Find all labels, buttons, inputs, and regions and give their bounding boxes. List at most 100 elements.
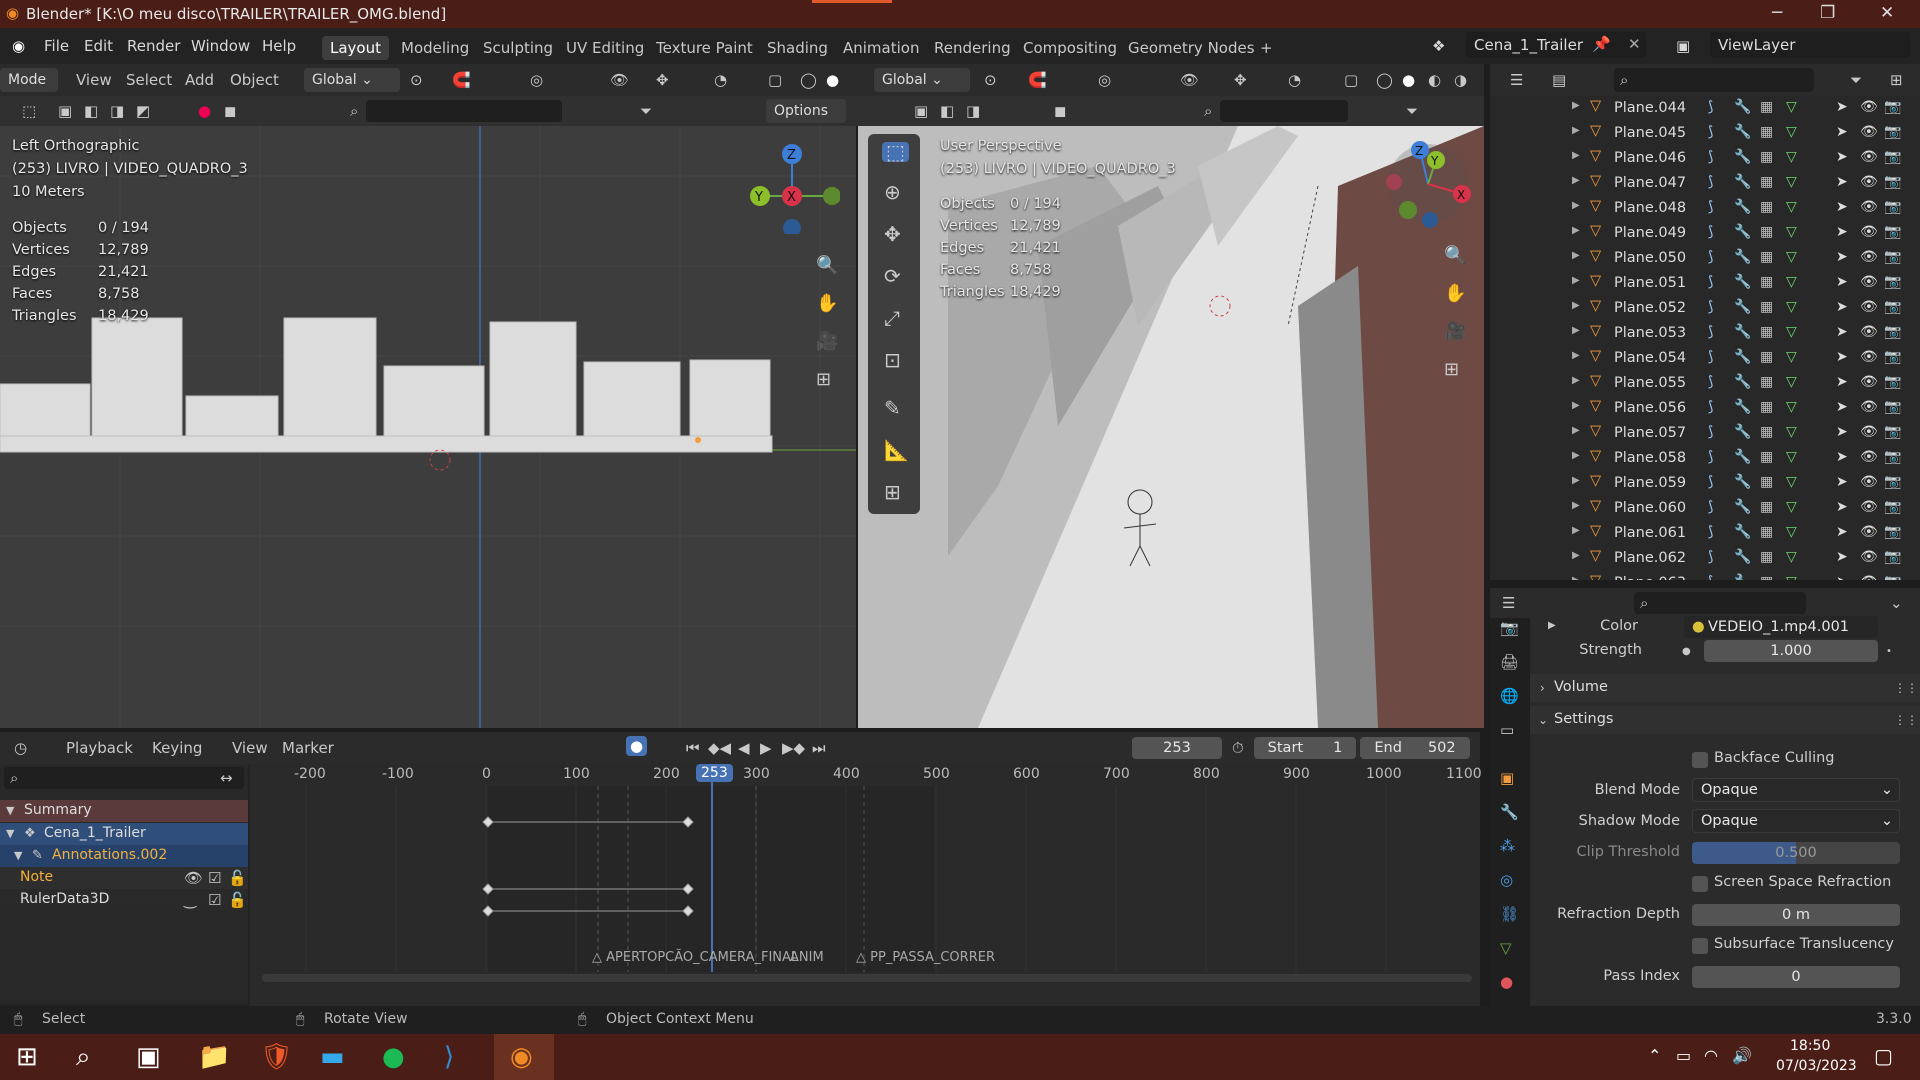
filter-mesh-icon[interactable]: ◼ bbox=[224, 101, 236, 121]
drag-handle-icon[interactable]: ⋮⋮ bbox=[1894, 678, 1918, 698]
outliner-row[interactable]: ▶ ▽ Plane.048 ⟆ 🔧 ▦ ▽ ➤ 👁 📷 bbox=[1490, 196, 1910, 221]
outliner-row[interactable]: ▶ ▽ Plane.050 ⟆ 🔧 ▦ ▽ ➤ 👁 📷 bbox=[1490, 246, 1910, 271]
render-props-icon[interactable]: 📷 bbox=[1500, 618, 1519, 638]
subsurface-translucency-checkbox[interactable] bbox=[1692, 938, 1708, 954]
transform-tool-icon[interactable]: ⊡ bbox=[884, 350, 901, 370]
object-props-icon[interactable]: ▣ bbox=[1500, 768, 1514, 788]
camera-render-icon[interactable]: 📷 bbox=[1884, 424, 1901, 440]
expand-icon[interactable]: ▼ bbox=[6, 801, 14, 821]
select-arrow-icon[interactable]: ➤ bbox=[1836, 474, 1848, 490]
camera-render-icon[interactable]: 📷 bbox=[1884, 274, 1901, 290]
expand-icon[interactable]: ▶ bbox=[1572, 175, 1580, 186]
expand-icon[interactable]: ▶ bbox=[1572, 500, 1580, 511]
outliner-row[interactable]: ▶ ▽ Plane.058 ⟆ 🔧 ▦ ▽ ➤ 👁 📷 bbox=[1490, 446, 1910, 471]
eye-icon[interactable]: 👁 bbox=[1860, 399, 1878, 415]
blender-menu-icon[interactable]: ◉ bbox=[12, 37, 25, 55]
menu-marker[interactable]: Marker bbox=[282, 738, 334, 758]
mesh-data-icon[interactable]: ▽ bbox=[1786, 549, 1797, 565]
wrench-icon[interactable]: 🔧 bbox=[1734, 349, 1751, 365]
gizmo-toggle-icon[interactable]: ✥ bbox=[1234, 70, 1247, 90]
search-icon[interactable]: ⌕ bbox=[76, 1042, 91, 1073]
modifier-icon[interactable]: ⟆ bbox=[1708, 99, 1713, 115]
camera-view-icon[interactable]: 🎥 bbox=[1444, 322, 1466, 342]
camera-render-icon[interactable]: 📷 bbox=[1884, 249, 1901, 265]
tab-sculpting[interactable]: Sculpting bbox=[475, 36, 561, 60]
checkbox-icon[interactable]: ☑ bbox=[208, 890, 221, 910]
outliner-row[interactable]: ▶ ▽ Plane.054 ⟆ 🔧 ▦ ▽ ➤ 👁 📷 bbox=[1490, 346, 1910, 371]
outliner-row[interactable]: ▶ ▽ Plane.051 ⟆ 🔧 ▦ ▽ ➤ 👁 📷 bbox=[1490, 271, 1910, 296]
eye-icon[interactable]: 👁 bbox=[1860, 499, 1878, 515]
channel-row-scene[interactable]: ▼ ❖ Cena_1_Trailer bbox=[0, 823, 248, 845]
close-window-button[interactable]: ✕ bbox=[1880, 3, 1894, 23]
select-tool-icon[interactable]: ⬚ bbox=[22, 101, 36, 121]
lock-icon[interactable]: 🔓 bbox=[228, 890, 247, 910]
modifier-icon[interactable]: ⟆ bbox=[1708, 249, 1713, 265]
prev-keyframe-icon[interactable]: ◆◀ bbox=[708, 738, 731, 758]
vertex-group-icon[interactable]: ▦ bbox=[1760, 124, 1773, 140]
mesh-data-icon[interactable]: ▽ bbox=[1786, 374, 1797, 390]
windows-start-icon[interactable]: ⊞ bbox=[16, 1042, 38, 1072]
camera-render-icon[interactable]: 📷 bbox=[1884, 299, 1901, 315]
right-navigation-gizmo[interactable]: Z Y X bbox=[1368, 134, 1478, 234]
expand-icon[interactable]: ▶ bbox=[1572, 525, 1580, 536]
editor-type-icon[interactable]: ☰ bbox=[1510, 70, 1523, 90]
pass-index-field[interactable]: 0 bbox=[1692, 966, 1900, 988]
channel-row-annotations[interactable]: ▼ ✎ Annotations.002 bbox=[0, 845, 248, 867]
expand-icon[interactable]: ▶ bbox=[1572, 375, 1580, 386]
outliner-row[interactable]: ▶ ▽ Plane.047 ⟆ 🔧 ▦ ▽ ➤ 👁 📷 bbox=[1490, 171, 1910, 196]
expand-icon[interactable]: ▶ bbox=[1548, 616, 1556, 636]
play-reverse-icon[interactable]: ◀ bbox=[738, 738, 750, 758]
modifier-icon[interactable]: ⟆ bbox=[1708, 274, 1713, 290]
drag-handle-icon[interactable]: ⋮⋮ bbox=[1894, 710, 1918, 730]
vertex-group-icon[interactable]: ▦ bbox=[1760, 174, 1773, 190]
right-viewport[interactable]: User Perspective (253) LIVRO | VIDEO_QUA… bbox=[858, 126, 1484, 728]
outliner-row[interactable]: ▶ ▽ Plane.056 ⟆ 🔧 ▦ ▽ ➤ 👁 📷 bbox=[1490, 396, 1910, 421]
mode-dropdown[interactable]: Mode bbox=[0, 68, 58, 92]
wrench-icon[interactable]: 🔧 bbox=[1734, 199, 1751, 215]
filter-icon[interactable]: ⏷ bbox=[640, 101, 652, 121]
modifier-icon[interactable]: ⟆ bbox=[1708, 399, 1713, 415]
wrench-icon[interactable]: 🔧 bbox=[1734, 249, 1751, 265]
filter-mesh-icon[interactable]: ◼ bbox=[1054, 101, 1066, 121]
eye-icon[interactable]: 👁 bbox=[1860, 274, 1878, 290]
wrench-icon[interactable]: 🔧 bbox=[1734, 424, 1751, 440]
blender-taskbar-item[interactable]: ◉ bbox=[494, 1034, 554, 1080]
expand-icon[interactable]: ▶ bbox=[1572, 425, 1580, 436]
camera-render-icon[interactable]: 📷 bbox=[1884, 99, 1901, 115]
outliner-row[interactable]: ▶ ▽ Plane.063 ⟆ 🔧 ▦ ▽ ➤ 👁 📷 bbox=[1490, 571, 1910, 580]
modifier-icon[interactable]: ⟆ bbox=[1708, 349, 1713, 365]
tab-modeling[interactable]: Modeling bbox=[393, 36, 477, 60]
vscode-icon[interactable]: ⟩ bbox=[444, 1042, 454, 1072]
vertex-group-icon[interactable]: ▦ bbox=[1760, 349, 1773, 365]
solid-shading-icon[interactable]: ● bbox=[826, 70, 839, 90]
scene-selector-icon[interactable]: ❖ bbox=[1432, 37, 1445, 55]
modifier-icon[interactable]: ⟆ bbox=[1708, 424, 1713, 440]
wireframe-shading-icon[interactable]: ◯ bbox=[800, 70, 817, 90]
wrench-icon[interactable]: 🔧 bbox=[1734, 274, 1751, 290]
physics-props-icon[interactable]: ◎ bbox=[1500, 870, 1513, 890]
expand-icon[interactable]: ▶ bbox=[1572, 325, 1580, 336]
new-collection-icon[interactable]: ⊞ bbox=[1890, 70, 1903, 90]
wrench-icon[interactable]: 🔧 bbox=[1734, 574, 1751, 580]
camera-render-icon[interactable]: 📷 bbox=[1884, 474, 1901, 490]
pan-hand-icon[interactable]: ✋ bbox=[1444, 284, 1466, 304]
mesh-data-icon[interactable]: ▽ bbox=[1786, 524, 1797, 540]
eye-icon[interactable]: 👁 bbox=[1860, 299, 1878, 315]
eye-icon[interactable]: 👁 bbox=[1860, 199, 1878, 215]
outliner-row[interactable]: ▶ ▽ Plane.046 ⟆ 🔧 ▦ ▽ ➤ 👁 📷 bbox=[1490, 146, 1910, 171]
eye-icon[interactable]: 👁 bbox=[1860, 524, 1878, 540]
select-arrow-icon[interactable]: ➤ bbox=[1836, 574, 1848, 580]
grid-toggle-icon[interactable]: ⊞ bbox=[816, 370, 831, 390]
eye-icon[interactable]: 👁 bbox=[1860, 249, 1878, 265]
select-arrow-icon[interactable]: ➤ bbox=[1836, 299, 1848, 315]
select-arrow-icon[interactable]: ➤ bbox=[1836, 124, 1848, 140]
color-filter-icon[interactable]: ● bbox=[198, 101, 211, 121]
notifications-icon[interactable]: ▢ bbox=[1874, 1044, 1893, 1068]
gizmo-toggle-icon[interactable]: ✥ bbox=[656, 70, 669, 90]
measure-tool-icon[interactable]: 📐 bbox=[884, 440, 909, 460]
spotify-icon[interactable]: ● bbox=[382, 1042, 405, 1072]
channel-row-summary[interactable]: ▼ Summary bbox=[0, 800, 248, 822]
outliner-row[interactable]: ▶ ▽ Plane.057 ⟆ 🔧 ▦ ▽ ➤ 👁 📷 bbox=[1490, 421, 1910, 446]
vertex-group-icon[interactable]: ▦ bbox=[1760, 224, 1773, 240]
channel-row-note[interactable]: Note 👁 ☑ 🔓 bbox=[0, 867, 248, 889]
